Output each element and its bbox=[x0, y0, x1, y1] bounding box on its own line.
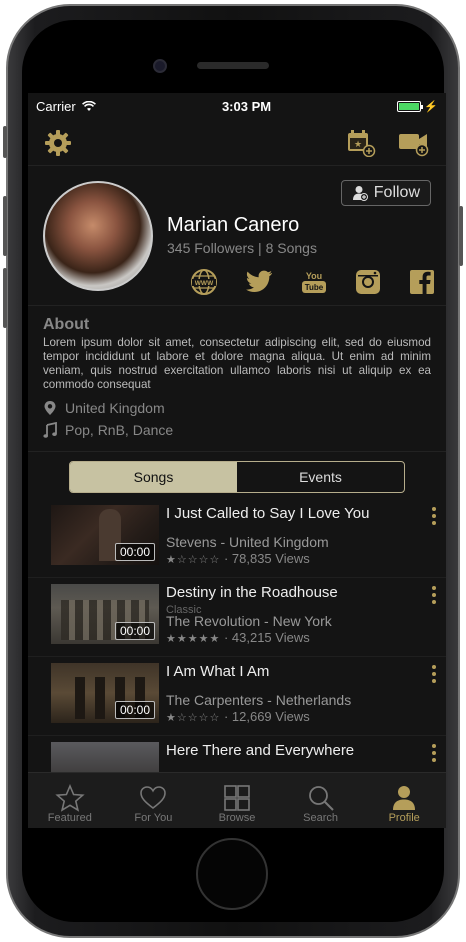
song-title: I Just Called to Say I Love You bbox=[166, 505, 370, 522]
song-artist: Stevens - United Kingdom bbox=[166, 534, 329, 550]
song-title: Destiny in the Roadhouse bbox=[166, 584, 338, 601]
follow-button[interactable]: Follow bbox=[340, 180, 431, 206]
more-options-icon[interactable] bbox=[430, 744, 438, 762]
add-video-icon[interactable] bbox=[398, 129, 430, 157]
song-meta: ★☆☆☆☆ · 12,669 Views bbox=[166, 709, 310, 724]
avatar bbox=[43, 181, 153, 291]
youtube-icon[interactable]: You Tube bbox=[301, 270, 327, 294]
rating-stars: ★☆☆☆☆ bbox=[166, 712, 221, 724]
tab-profile[interactable]: Profile bbox=[362, 773, 446, 828]
svg-text:WWW: WWW bbox=[195, 280, 214, 287]
wifi-icon bbox=[81, 101, 96, 111]
video-duration: 00:00 bbox=[114, 622, 155, 640]
song-artist: The Carpenters - Netherlands bbox=[166, 692, 352, 708]
location-pin-icon bbox=[44, 401, 56, 415]
about-section: About Lorem ipsum dolor sit amet, consec… bbox=[28, 306, 446, 452]
location-row: United Kingdom bbox=[43, 400, 431, 416]
genres-row: Pop, RnB, Dance bbox=[43, 422, 431, 438]
video-duration: 00:00 bbox=[114, 701, 155, 719]
video-thumbnail[interactable]: 00:00 bbox=[51, 505, 159, 565]
battery-icon bbox=[397, 101, 424, 112]
front-camera bbox=[153, 59, 167, 73]
person-icon bbox=[393, 786, 416, 810]
earpiece-speaker bbox=[197, 62, 269, 69]
svg-text:★: ★ bbox=[354, 139, 362, 149]
tab-songs[interactable]: Songs bbox=[70, 462, 237, 492]
twitter-icon[interactable] bbox=[245, 270, 273, 294]
tab-label: Featured bbox=[47, 812, 92, 824]
status-time: 3:03 PM bbox=[221, 99, 272, 114]
follow-label: Follow bbox=[373, 184, 420, 201]
tab-events[interactable]: Events bbox=[237, 462, 404, 492]
video-thumbnail[interactable]: 00:00 bbox=[51, 663, 159, 723]
star-icon bbox=[55, 784, 85, 812]
more-options-icon[interactable] bbox=[430, 507, 438, 525]
www-icon[interactable]: WWW bbox=[191, 269, 217, 295]
charging-icon: ⚡ bbox=[424, 101, 438, 113]
song-artist: The Revolution - New York bbox=[166, 613, 332, 629]
home-button[interactable] bbox=[196, 838, 268, 910]
song-row[interactable]: 00:00 I Just Called to Say I Love You St… bbox=[28, 499, 446, 578]
rating-stars: ★☆☆☆☆ bbox=[166, 554, 221, 566]
video-thumbnail[interactable]: 00:00 bbox=[51, 584, 159, 644]
song-views: 78,835 Views bbox=[231, 551, 310, 566]
social-links: WWW You Tube bbox=[191, 269, 435, 295]
add-user-icon bbox=[352, 186, 368, 201]
instagram-icon[interactable] bbox=[355, 269, 381, 295]
tab-label: Profile bbox=[388, 812, 420, 824]
mute-switch bbox=[3, 126, 7, 158]
profile-name: Marian Canero bbox=[167, 214, 300, 236]
bottom-tab-bar: Featured For You Browse Search Profile bbox=[28, 772, 446, 828]
more-options-icon[interactable] bbox=[430, 665, 438, 683]
svg-text:You: You bbox=[306, 271, 322, 281]
meta-separator: · bbox=[223, 709, 232, 724]
grid-icon bbox=[224, 785, 250, 811]
carrier-label: Carrier bbox=[36, 99, 76, 114]
tab-label: Browse bbox=[218, 812, 256, 824]
volume-down-button bbox=[3, 268, 7, 328]
profile-header: Follow Marian Canero 345 Followers | 8 S… bbox=[28, 166, 446, 306]
song-title: I Am What I Am bbox=[166, 663, 270, 680]
svg-text:Tube: Tube bbox=[305, 283, 324, 292]
about-title: About bbox=[43, 316, 90, 333]
about-text: Lorem ipsum dolor sit amet, consectetur … bbox=[43, 336, 431, 391]
facebook-icon[interactable] bbox=[409, 269, 435, 295]
content-segmented-control: Songs Events bbox=[69, 461, 405, 493]
tab-for-you[interactable]: For You bbox=[112, 773, 196, 828]
volume-up-button bbox=[3, 196, 7, 256]
tab-featured[interactable]: Featured bbox=[28, 773, 112, 828]
tab-label: Search bbox=[303, 812, 338, 824]
settings-gear-icon[interactable] bbox=[44, 129, 72, 157]
meta-separator: · bbox=[223, 551, 232, 566]
song-views: 12,669 Views bbox=[231, 709, 310, 724]
video-duration: 00:00 bbox=[114, 543, 155, 561]
power-button bbox=[459, 206, 463, 266]
song-row[interactable]: 00:00 I Am What I Am The Carpenters - Ne… bbox=[28, 657, 446, 736]
music-note-icon bbox=[43, 422, 57, 438]
top-bar: ★ bbox=[28, 120, 446, 166]
search-icon bbox=[308, 786, 334, 811]
tab-browse[interactable]: Browse bbox=[195, 773, 279, 828]
song-views: 43,215 Views bbox=[231, 630, 310, 645]
song-meta: ★★★★★ · 43,215 Views bbox=[166, 630, 310, 645]
song-row[interactable]: 00:00 Destiny in the Roadhouse Classic T… bbox=[28, 578, 446, 657]
song-list: 00:00 I Just Called to Say I Love You St… bbox=[28, 499, 446, 815]
heart-icon bbox=[140, 786, 167, 810]
rating-stars: ★★★★★ bbox=[166, 633, 221, 645]
profile-stats: 345 Followers | 8 Songs bbox=[167, 240, 317, 256]
add-event-calendar-icon[interactable]: ★ bbox=[346, 129, 376, 157]
location-text: United Kingdom bbox=[65, 400, 165, 416]
song-title: Here There and Everywhere bbox=[166, 742, 355, 759]
status-bar: Carrier 3:03 PM ⚡ bbox=[28, 93, 446, 120]
genres-text: Pop, RnB, Dance bbox=[65, 422, 174, 438]
song-meta: ★☆☆☆☆ · 78,835 Views bbox=[166, 551, 310, 566]
more-options-icon[interactable] bbox=[430, 586, 438, 604]
tab-search[interactable]: Search bbox=[279, 773, 363, 828]
app-screen: Carrier 3:03 PM ⚡ ★ Follow Marian Canero… bbox=[28, 93, 446, 828]
tab-label: For You bbox=[134, 812, 173, 824]
meta-separator: · bbox=[223, 630, 232, 645]
